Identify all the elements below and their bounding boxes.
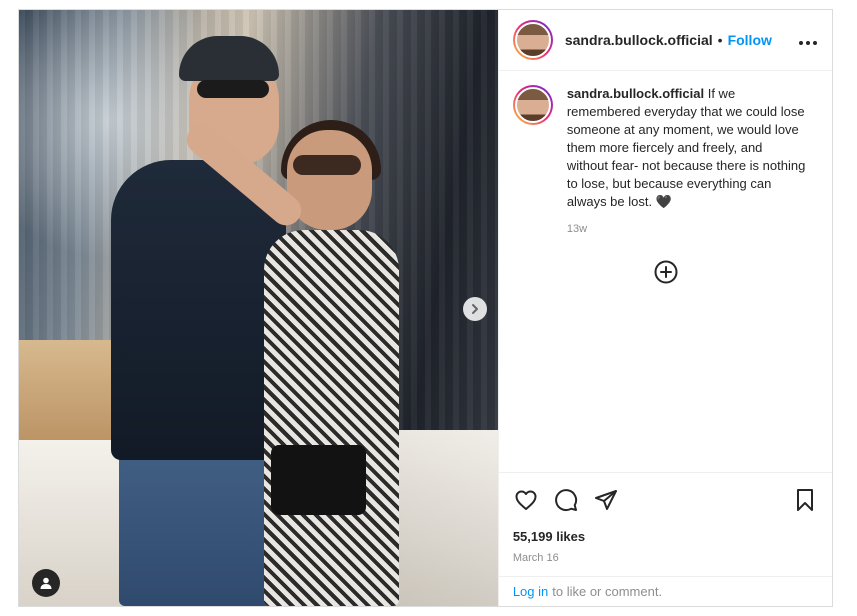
login-prompt: Log in to like or comment. — [498, 576, 832, 606]
post-card: sandra.bullock.official • Follow sandra.… — [18, 9, 833, 607]
heart-icon — [515, 490, 537, 510]
comments-section: sandra.bullock.official If we remembered… — [499, 71, 832, 472]
plus-circle-icon — [654, 260, 678, 284]
tagged-users-button[interactable] — [32, 569, 60, 597]
avatar-image — [514, 87, 551, 123]
login-link[interactable]: Log in — [513, 584, 548, 599]
load-more-comments-button[interactable] — [654, 260, 678, 284]
user-tag-icon — [40, 577, 52, 589]
photo-woman-dress — [264, 230, 399, 606]
action-icons — [513, 487, 818, 513]
post-header: sandra.bullock.official • Follow — [498, 10, 832, 71]
avatar[interactable] — [512, 20, 553, 60]
save-button[interactable] — [792, 487, 818, 513]
caption-text: sandra.bullock.official If we remembered… — [567, 85, 807, 211]
login-prompt-text: to like or comment. — [552, 584, 663, 599]
username-link[interactable]: sandra.bullock.official — [565, 32, 713, 48]
post-actions: 55,199 likes March 16 — [498, 472, 832, 576]
caption-time[interactable]: 13w — [567, 223, 807, 235]
follow-button[interactable]: Follow — [728, 32, 772, 48]
comment-button[interactable] — [553, 487, 579, 513]
next-photo-button[interactable] — [463, 297, 487, 321]
header-separator: • — [717, 32, 723, 48]
send-icon — [594, 490, 617, 510]
like-button[interactable] — [513, 487, 539, 513]
photo-man-sunglasses — [197, 80, 269, 98]
likes-count[interactable]: 55,199 likes — [513, 529, 818, 544]
caption-avatar[interactable] — [512, 85, 553, 125]
caption-username[interactable]: sandra.bullock.official — [567, 86, 704, 101]
post-photo[interactable] — [19, 10, 498, 606]
post-date[interactable]: March 16 — [513, 552, 818, 564]
avatar-image — [514, 22, 551, 58]
comment-icon — [554, 489, 577, 512]
caption-body: If we remembered everyday that we could … — [566, 86, 806, 209]
photo-handbag — [271, 445, 366, 515]
more-options-button[interactable] — [798, 30, 818, 51]
bookmark-icon — [797, 489, 813, 511]
caption: sandra.bullock.official If we remembered… — [512, 85, 818, 235]
photo-woman-sunglasses — [293, 155, 361, 175]
post-sidebar: sandra.bullock.official • Follow sandra.… — [497, 10, 832, 606]
more-horizontal-icon — [799, 40, 817, 45]
chevron-right-icon — [472, 304, 478, 314]
share-button[interactable] — [593, 487, 619, 513]
